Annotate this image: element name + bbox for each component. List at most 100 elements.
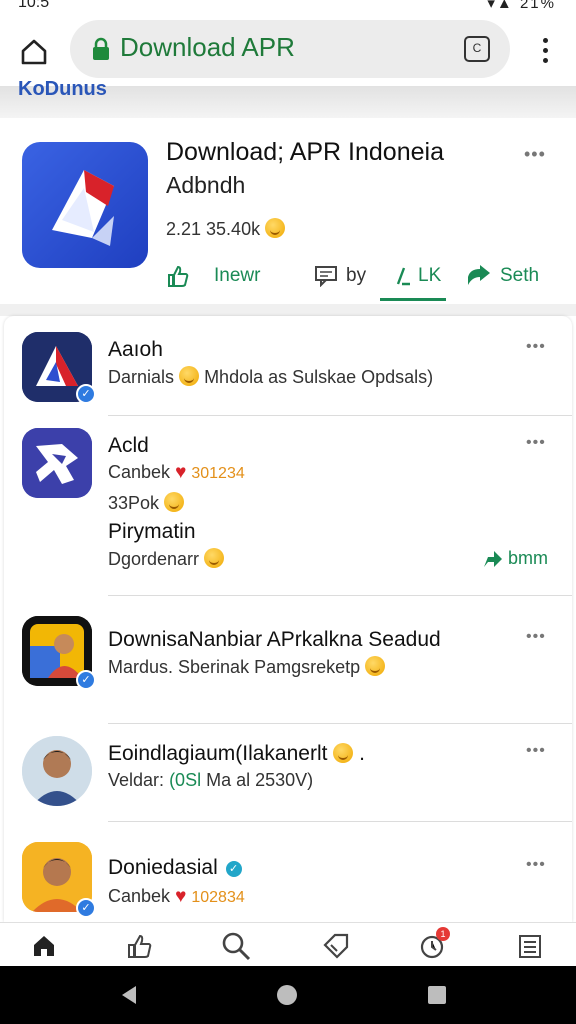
app-subtitle: Adbndh [166, 172, 246, 198]
item-more-button[interactable]: ••• [526, 628, 546, 646]
home-icon [21, 39, 47, 65]
list-item-meta-3: Dgordenarr [108, 548, 225, 570]
list-item[interactable]: ✓ Aaıoh Darnials Mhdola as Sulskae Opdsa… [4, 316, 572, 416]
app-stats: 2.21 35.40k [166, 218, 286, 240]
share-action-label: Seth [500, 265, 540, 286]
list-item[interactable]: Eoindlagiaum(Ilakanerlt . Veldar: (0Sl M… [4, 724, 572, 822]
verified-badge: ✓ [223, 859, 244, 879]
nav-notifications[interactable]: 1 [412, 927, 452, 963]
app-more-button[interactable]: ••• [524, 144, 546, 165]
app-list: ✓ Aaıoh Darnials Mhdola as Sulskae Opdsa… [4, 316, 572, 922]
list-item-count: 301234 [191, 465, 245, 482]
system-nav-bar [0, 966, 576, 1024]
heart-icon: ♥ [175, 462, 187, 483]
title-dot: . [359, 742, 365, 765]
emoji-icon [265, 218, 286, 238]
status-icons: ▾▲ 21% [487, 0, 556, 12]
list-item-title-2: Pirymatin [108, 520, 196, 543]
item-more-button[interactable]: ••• [526, 742, 546, 760]
search-icon [222, 932, 251, 961]
like-icon [128, 934, 152, 958]
list-item-meta-2: 33Pok [108, 492, 185, 514]
thumbs-up-icon [168, 265, 189, 287]
more-dot-icon [542, 37, 548, 43]
menu-icon [519, 935, 541, 958]
emoji-icon [333, 743, 354, 763]
stats-action[interactable]: LK [396, 258, 441, 294]
list-item-subtitle: Mardus. Sberinak Pamgsreketp [108, 656, 386, 678]
list-item-meta-label: Canbek [108, 462, 171, 482]
signal-icon: ▾▲ [487, 0, 514, 12]
nav-tags[interactable] [316, 929, 356, 963]
back-icon[interactable] [118, 984, 140, 1006]
heart-icon: ♥ [175, 886, 187, 907]
list-item-meta-3-text: Dgordenarr [108, 549, 200, 569]
like-action[interactable]: Inewr [166, 258, 260, 294]
emoji-icon [164, 492, 185, 512]
url-bar[interactable]: Download APR C [70, 20, 510, 78]
list-item-subtitle-post: Ma al 2530V) [206, 770, 314, 790]
list-item-count: 102834 [191, 889, 245, 906]
emoji-icon [365, 656, 386, 676]
section-label: KoDunus [18, 78, 107, 100]
home-icon [34, 936, 54, 956]
tag-icon [323, 933, 349, 959]
list-item-title: DownisaNanbiar APrkalkna Seadud [108, 628, 441, 651]
verified-badge: ✓ [76, 898, 96, 918]
stats-action-label: LK [418, 265, 442, 286]
item-more-button[interactable]: ••• [526, 434, 546, 452]
active-tab-indicator [380, 298, 446, 301]
list-item-subtitle-text: Darnials [108, 367, 175, 387]
verified-badge: ✓ [76, 384, 96, 404]
bottom-nav: 1 [0, 922, 576, 966]
browser-toolbar: Download APR C [0, 14, 576, 86]
nav-search[interactable] [216, 929, 256, 963]
list-item-title: Aaıoh [108, 338, 163, 361]
app-stats-text: 2.21 35.40k [166, 219, 261, 239]
list-item[interactable]: ✓ DownisaNanbiar APrkalkna Seadud Mardus… [4, 596, 572, 724]
app-avatar [22, 428, 92, 498]
list-item[interactable]: ✓ Doniedasial ✓ Canbek ♥ 102834 ••• [4, 822, 572, 922]
share-icon [484, 550, 502, 567]
nav-menu[interactable] [510, 929, 550, 963]
comment-action-label: by [346, 265, 367, 286]
comment-action[interactable]: by [314, 258, 366, 294]
status-time: 10:5 [18, 0, 50, 11]
list-item-subtitle-pre: Veldar: [108, 770, 165, 790]
list-item-subtitle-mid: (0Sl [169, 770, 202, 790]
list-item-meta-2-text: 33Pok [108, 493, 160, 513]
recents-icon[interactable] [426, 984, 448, 1006]
app-logo-icon[interactable] [22, 142, 148, 268]
share-action[interactable]: Seth [466, 258, 539, 294]
browser-menu-button[interactable] [530, 32, 560, 68]
list-item-title-text: Eoindlagiaum(Ilakanerlt [108, 742, 328, 765]
list-item-meta-label: Canbek [108, 886, 171, 906]
list-item-subtitle: Darnials Mhdola as Sulskae Opdsals) [108, 366, 433, 388]
emoji-icon [204, 548, 225, 568]
item-more-button[interactable]: ••• [526, 338, 546, 356]
emoji-icon [179, 366, 200, 386]
item-more-button[interactable]: ••• [526, 856, 546, 874]
share-icon [468, 265, 490, 285]
like-action-label: Inewr [214, 265, 261, 286]
section-separator [0, 304, 576, 316]
nav-like[interactable] [120, 929, 160, 963]
follow-button[interactable]: bmm [482, 548, 548, 569]
status-bar: 10:5 ▾▲ 21% [0, 0, 576, 14]
url-text: Download APR [120, 32, 295, 62]
nav-home[interactable] [24, 929, 64, 963]
list-item-title: Doniedasial ✓ [108, 856, 244, 881]
tab-switcher-button[interactable]: C [464, 36, 490, 62]
home-circle-icon[interactable] [276, 984, 298, 1006]
app-title: Download; APR Indoneia [166, 138, 444, 166]
follow-button-label: bmm [508, 548, 548, 568]
verified-badge: ✓ [76, 670, 96, 690]
list-item-subtitle-text: Mardus. Sberinak Pamgsreketp [108, 657, 361, 677]
user-avatar [22, 736, 92, 806]
list-item-subtitle: Veldar: (0Sl Ma al 2530V) [108, 770, 313, 791]
home-button[interactable] [14, 32, 54, 72]
list-item[interactable]: Acld Canbek ♥ 301234 33Pok Pirymatin Dgo… [4, 416, 572, 596]
list-item-title: Acld [108, 434, 149, 457]
more-dot-icon [542, 57, 548, 63]
notification-badge: 1 [436, 927, 450, 941]
